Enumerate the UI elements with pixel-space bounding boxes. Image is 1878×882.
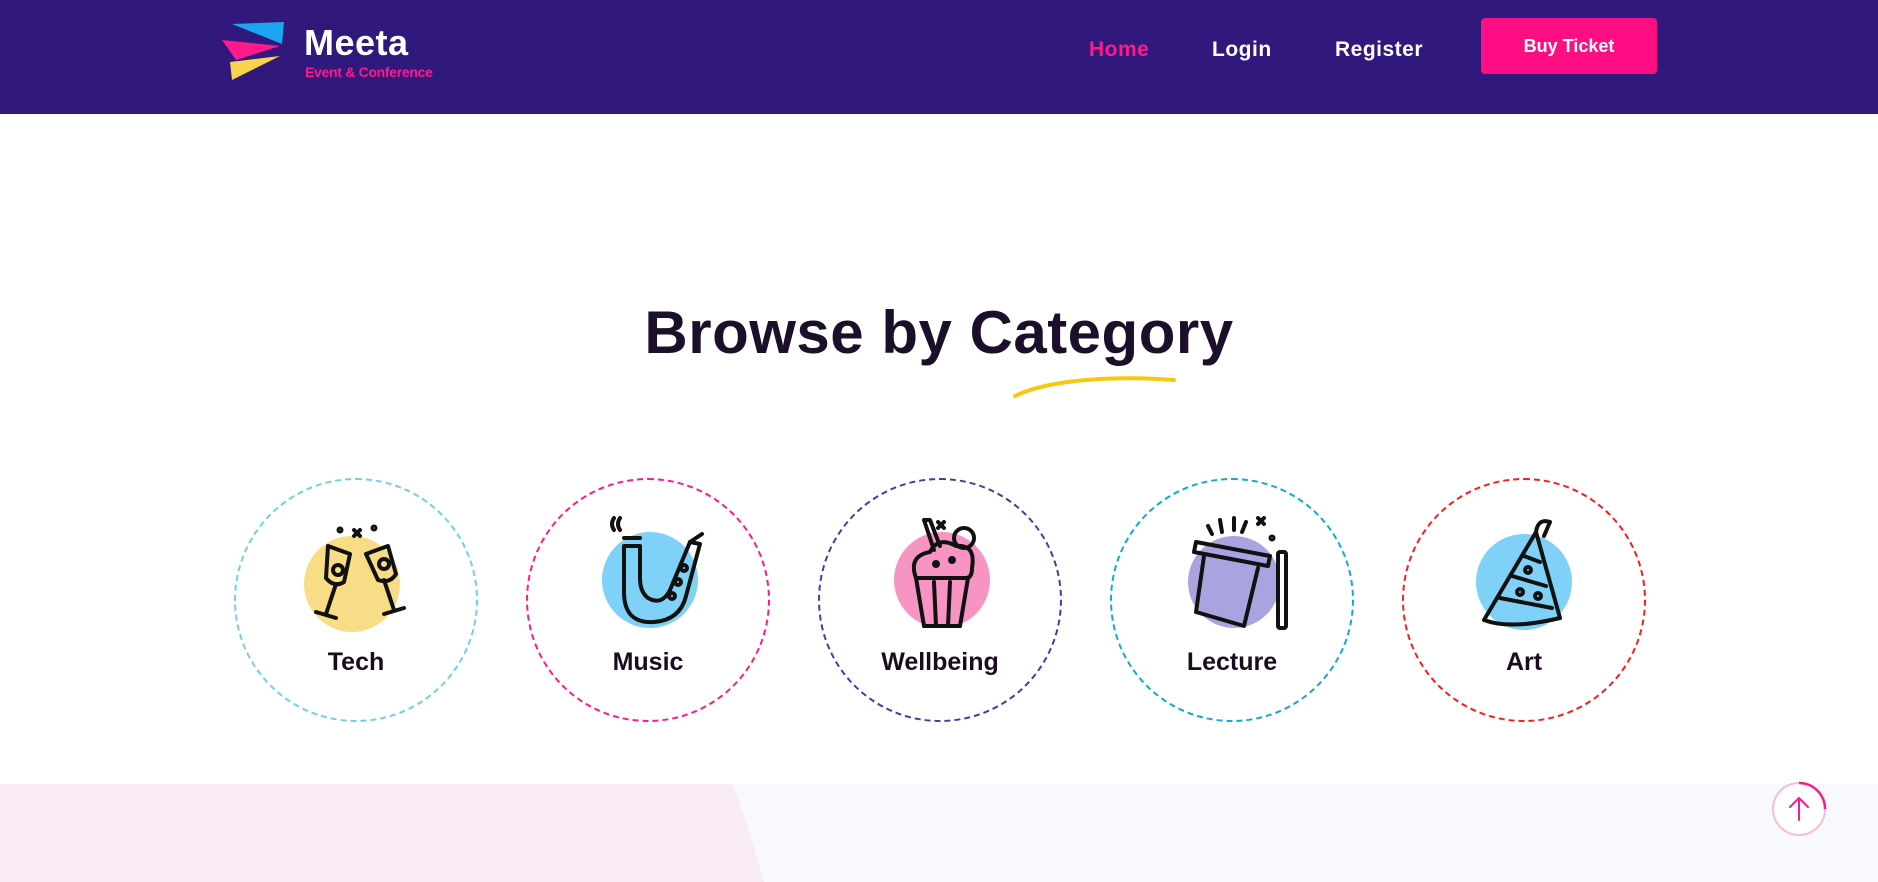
logo-mark-icon [222, 22, 284, 80]
category-art[interactable]: Art [1402, 478, 1646, 722]
decorative-shape [0, 784, 764, 882]
magic-hat-icon [1188, 516, 1288, 630]
category-lecture[interactable]: Lecture [1110, 478, 1354, 722]
nav-login[interactable]: Login [1212, 38, 1272, 62]
cupcake-icon [894, 518, 990, 628]
category-label: Tech [327, 648, 385, 676]
category-wellbeing[interactable]: Wellbeing [818, 478, 1062, 722]
section-title: Browse by Category [644, 299, 1234, 366]
category-label: Wellbeing [881, 648, 999, 676]
title-underline-decoration [1013, 376, 1176, 398]
category-music[interactable]: Music [526, 478, 770, 722]
category-label: Music [612, 648, 684, 676]
nav-register[interactable]: Register [1335, 38, 1423, 62]
category-tech[interactable]: Tech [234, 478, 478, 722]
saxophone-icon [602, 516, 704, 628]
champagne-glasses-icon [304, 524, 406, 632]
logo[interactable]: Meeta Event & Conference [222, 22, 462, 84]
nav-home[interactable]: Home [1089, 38, 1149, 62]
logo-tagline: Event & Conference [305, 64, 433, 80]
site-header: Meeta Event & Conference Home Login Regi… [0, 0, 1878, 114]
logo-name: Meeta [304, 22, 409, 63]
scroll-to-top-button[interactable] [1770, 780, 1828, 838]
next-section-background [0, 784, 1878, 882]
buy-ticket-button[interactable]: Buy Ticket [1481, 18, 1657, 74]
category-label: Lecture [1186, 648, 1278, 676]
party-hat-icon [1476, 519, 1572, 630]
category-label: Art [1505, 648, 1543, 676]
